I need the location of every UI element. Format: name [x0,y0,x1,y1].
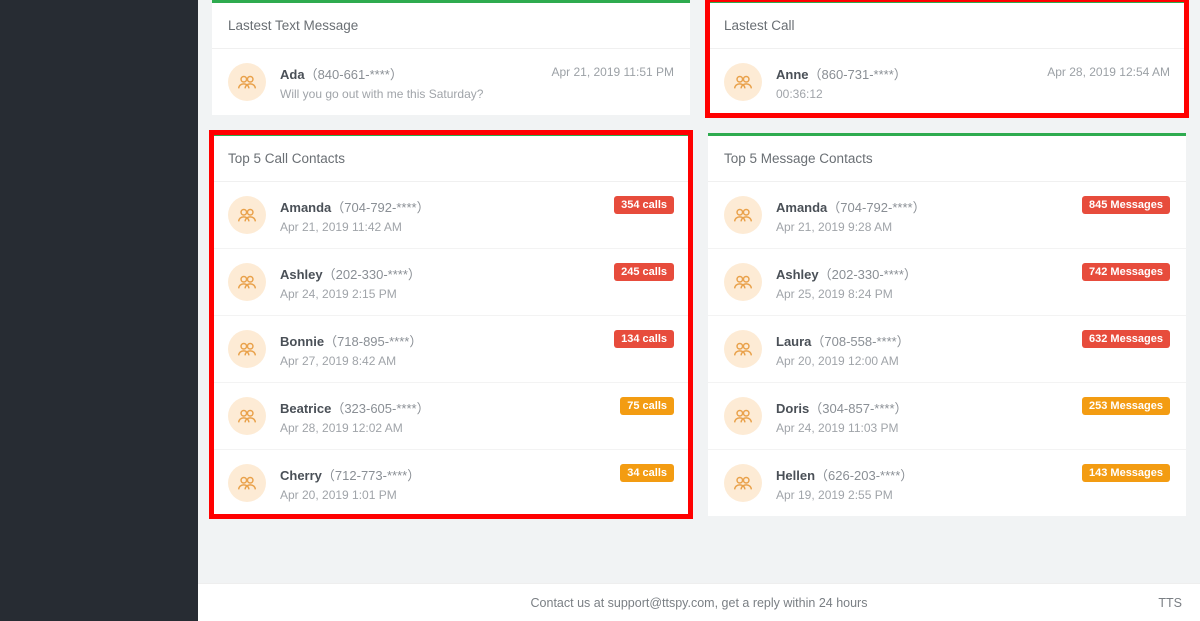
message-contact-row[interactable]: Ashley（202-330-****） Apr 25, 2019 8:24 PM… [708,249,1186,316]
contact-name: Laura [776,334,811,349]
entry-body: Hellen（626-203-****） Apr 19, 2019 2:55 PM [776,465,1082,502]
call-contact-row[interactable]: Cherry（712-773-****） Apr 20, 2019 1:01 PM… [212,450,690,516]
entry-sub: Apr 25, 2019 8:24 PM [776,287,1082,301]
message-contact-row[interactable]: Doris（304-857-****） Apr 24, 2019 11:03 PM… [708,383,1186,450]
latest-text-entry[interactable]: Ada（840-661-****） Will you go out with m… [212,49,690,115]
entry-sub: Apr 28, 2019 12:02 AM [280,421,620,435]
contact-phone: （304-857-****） [809,401,907,416]
entry-body: Ashley（202-330-****） Apr 24, 2019 2:15 PM [280,264,614,301]
entry-body: Anne（860-731-****） 00:36:12 [776,64,1037,101]
entry-body: Ada（840-661-****） Will you go out with m… [280,64,541,101]
entry-sub: Apr 24, 2019 2:15 PM [280,287,614,301]
latest-call-card: Lastest Call Anne（860-731-****） 00:36:12… [708,0,1186,115]
entry-sub: Apr 19, 2019 2:55 PM [776,488,1082,502]
entry-sub: 00:36:12 [776,87,1037,101]
message-contact-row[interactable]: Laura（708-558-****） Apr 20, 2019 12:00 AM… [708,316,1186,383]
entry-body: Ashley（202-330-****） Apr 25, 2019 8:24 PM [776,264,1082,301]
people-icon [228,196,266,234]
entry-timestamp: Apr 28, 2019 12:54 AM [1047,63,1170,79]
entry-body: Laura（708-558-****） Apr 20, 2019 12:00 AM [776,331,1082,368]
count-badge: 354 calls [614,196,674,214]
contact-name: Ada [280,67,305,82]
contact-phone: （626-203-****） [815,468,913,483]
entry-sub: Apr 20, 2019 1:01 PM [280,488,620,502]
people-icon [724,263,762,301]
people-icon [228,263,266,301]
count-badge: 143 Messages [1082,464,1170,482]
main-content: Lastest Text Message Ada（840-661-****） W… [198,0,1200,583]
contact-phone: （718-895-****） [324,334,422,349]
contact-name: Amanda [776,200,827,215]
entry-body: Amanda（704-792-****） Apr 21, 2019 9:28 AM [776,197,1082,234]
card-title: Top 5 Call Contacts [212,136,690,182]
people-icon [724,464,762,502]
entry-body: Bonnie（718-895-****） Apr 27, 2019 8:42 AM [280,331,614,368]
people-icon [724,397,762,435]
people-icon [228,330,266,368]
call-contact-row[interactable]: Bonnie（718-895-****） Apr 27, 2019 8:42 AM… [212,316,690,383]
contact-phone: （708-558-****） [811,334,909,349]
contact-name: Ashley [280,267,323,282]
entry-body: Cherry（712-773-****） Apr 20, 2019 1:01 PM [280,465,620,502]
contact-name: Ashley [776,267,819,282]
contact-name: Amanda [280,200,331,215]
call-contact-row[interactable]: Ashley（202-330-****） Apr 24, 2019 2:15 PM… [212,249,690,316]
contact-phone: （712-773-****） [322,468,420,483]
footer-text: Contact us at support@ttspy.com, get a r… [531,596,868,610]
contact-name: Cherry [280,468,322,483]
card-title: Lastest Call [708,3,1186,49]
entry-sub: Apr 24, 2019 11:03 PM [776,421,1082,435]
call-contact-row[interactable]: Amanda（704-792-****） Apr 21, 2019 11:42 A… [212,182,690,249]
contact-name: Beatrice [280,401,331,416]
people-icon [724,330,762,368]
top-messages-card: Top 5 Message Contacts Amanda（704-792-**… [708,133,1186,516]
entry-body: Beatrice（323-605-****） Apr 28, 2019 12:02… [280,398,620,435]
contact-phone: （323-605-****） [331,401,429,416]
entry-body: Amanda（704-792-****） Apr 21, 2019 11:42 A… [280,197,614,234]
count-badge: 134 calls [614,330,674,348]
count-badge: 245 calls [614,263,674,281]
sidebar [0,0,198,621]
people-icon [228,464,266,502]
contact-phone: （704-792-****） [331,200,429,215]
latest-text-card: Lastest Text Message Ada（840-661-****） W… [212,0,690,115]
count-badge: 75 calls [620,397,674,415]
footer-brand: TTS [1158,596,1182,610]
top-calls-card: Top 5 Call Contacts Amanda（704-792-****）… [212,133,690,516]
contact-name: Hellen [776,468,815,483]
entry-sub: Will you go out with me this Saturday? [280,87,541,101]
contact-name: Bonnie [280,334,324,349]
count-badge: 742 Messages [1082,263,1170,281]
count-badge: 632 Messages [1082,330,1170,348]
count-badge: 253 Messages [1082,397,1170,415]
contact-phone: （202-330-****） [323,267,421,282]
latest-call-entry[interactable]: Anne（860-731-****） 00:36:12 Apr 28, 2019… [708,49,1186,115]
contact-name: Doris [776,401,809,416]
footer: Contact us at support@ttspy.com, get a r… [198,583,1200,621]
card-title: Top 5 Message Contacts [708,136,1186,182]
entry-sub: Apr 27, 2019 8:42 AM [280,354,614,368]
message-contact-row[interactable]: Hellen（626-203-****） Apr 19, 2019 2:55 PM… [708,450,1186,516]
entry-sub: Apr 21, 2019 9:28 AM [776,220,1082,234]
contact-name: Anne [776,67,809,82]
contact-phone: （704-792-****） [827,200,925,215]
contact-phone: （840-661-****） [305,67,403,82]
contact-phone: （860-731-****） [809,67,907,82]
message-contact-row[interactable]: Amanda（704-792-****） Apr 21, 2019 9:28 AM… [708,182,1186,249]
entry-timestamp: Apr 21, 2019 11:51 PM [551,63,674,79]
people-icon [724,63,762,101]
entry-sub: Apr 21, 2019 11:42 AM [280,220,614,234]
people-icon [724,196,762,234]
people-icon [228,63,266,101]
entry-sub: Apr 20, 2019 12:00 AM [776,354,1082,368]
count-badge: 845 Messages [1082,196,1170,214]
people-icon [228,397,266,435]
contact-phone: （202-330-****） [819,267,917,282]
card-title: Lastest Text Message [212,3,690,49]
call-contact-row[interactable]: Beatrice（323-605-****） Apr 28, 2019 12:02… [212,383,690,450]
entry-body: Doris（304-857-****） Apr 24, 2019 11:03 PM [776,398,1082,435]
count-badge: 34 calls [620,464,674,482]
